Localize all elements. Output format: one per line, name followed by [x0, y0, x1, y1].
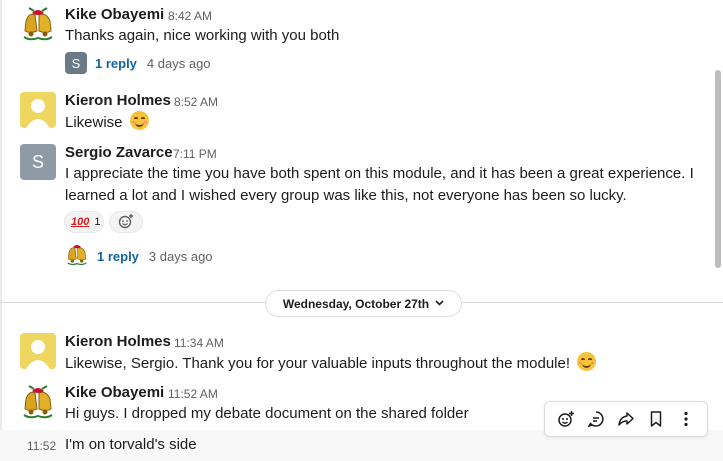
add-reaction-icon[interactable]	[554, 407, 578, 431]
reaction-100[interactable]: 100 1	[64, 211, 104, 233]
message-text: I'm on torvald's side	[65, 436, 197, 453]
reply-avatar: S	[65, 52, 87, 74]
add-reaction-icon	[118, 213, 134, 232]
author-name[interactable]: Kike Obayemi	[65, 6, 164, 23]
smiling-face-icon	[577, 352, 597, 371]
timestamp[interactable]: 7:11 PM	[173, 147, 217, 161]
avatar-default-yellow-avatar-icon[interactable]	[20, 333, 56, 369]
author-name[interactable]: Sergio Zavarce	[65, 144, 173, 161]
avatar-christmas-bells-icon[interactable]	[20, 7, 56, 43]
timestamp[interactable]: 8:42 AM	[168, 9, 212, 23]
timestamp[interactable]: 11:34 AM	[174, 336, 224, 350]
timestamp[interactable]: 8:52 AM	[174, 95, 218, 109]
message-body: Likewise, Sergio. Thank you for your val…	[65, 355, 571, 372]
reply-avatar-christmas-bells-icon	[65, 243, 89, 270]
scrollbar-thumb[interactable]	[715, 70, 721, 268]
smiling-face-icon	[129, 111, 149, 130]
message-actions-toolbar	[544, 401, 708, 437]
timestamp[interactable]: 11:52 AM	[168, 387, 218, 401]
message-text: Likewise, Sergio. Thank you for your val…	[65, 352, 597, 375]
thread-replies[interactable]: 1 reply 3 days ago	[65, 243, 213, 270]
message-text: Likewise	[65, 111, 149, 134]
date-divider-button[interactable]: Wednesday, October 27th	[265, 290, 462, 317]
author-name[interactable]: Kike Obayemi	[65, 384, 164, 401]
add-reaction-button[interactable]	[109, 211, 143, 233]
avatar-christmas-bells-icon[interactable]	[20, 385, 56, 421]
message-text: Hi guys. I dropped my debate document on…	[65, 405, 469, 422]
reply-count[interactable]: 1 reply	[95, 56, 137, 71]
author-name[interactable]: Kieron Holmes	[65, 92, 171, 109]
reply-count[interactable]: 1 reply	[97, 249, 139, 264]
message-text: Thanks again, nice working with you both	[65, 27, 340, 44]
reply-in-thread-icon[interactable]	[584, 407, 608, 431]
avatar-default-yellow-avatar-icon[interactable]	[20, 92, 56, 128]
author-name[interactable]: Kieron Holmes	[65, 333, 171, 350]
reply-time: 3 days ago	[148, 249, 213, 264]
more-actions-icon[interactable]	[674, 407, 698, 431]
message-text-line: learned a lot and I wished every group w…	[65, 187, 627, 204]
hundred-points-icon: 100	[71, 216, 90, 228]
reaction-count: 1	[94, 216, 101, 228]
window-edge	[0, 0, 2, 461]
message-body: Likewise	[65, 114, 123, 131]
date-label: Wednesday, October 27th	[282, 296, 430, 311]
thread-replies[interactable]: S 1 reply 4 days ago	[65, 52, 211, 74]
timestamp[interactable]: 11:52	[27, 439, 56, 453]
bookmark-icon[interactable]	[644, 407, 668, 431]
message-text-line: I appreciate the time you have both spen…	[65, 165, 694, 182]
share-icon[interactable]	[614, 407, 638, 431]
chevron-down-icon	[435, 298, 444, 309]
avatar[interactable]: S	[20, 144, 56, 180]
reply-time: 4 days ago	[146, 55, 211, 71]
